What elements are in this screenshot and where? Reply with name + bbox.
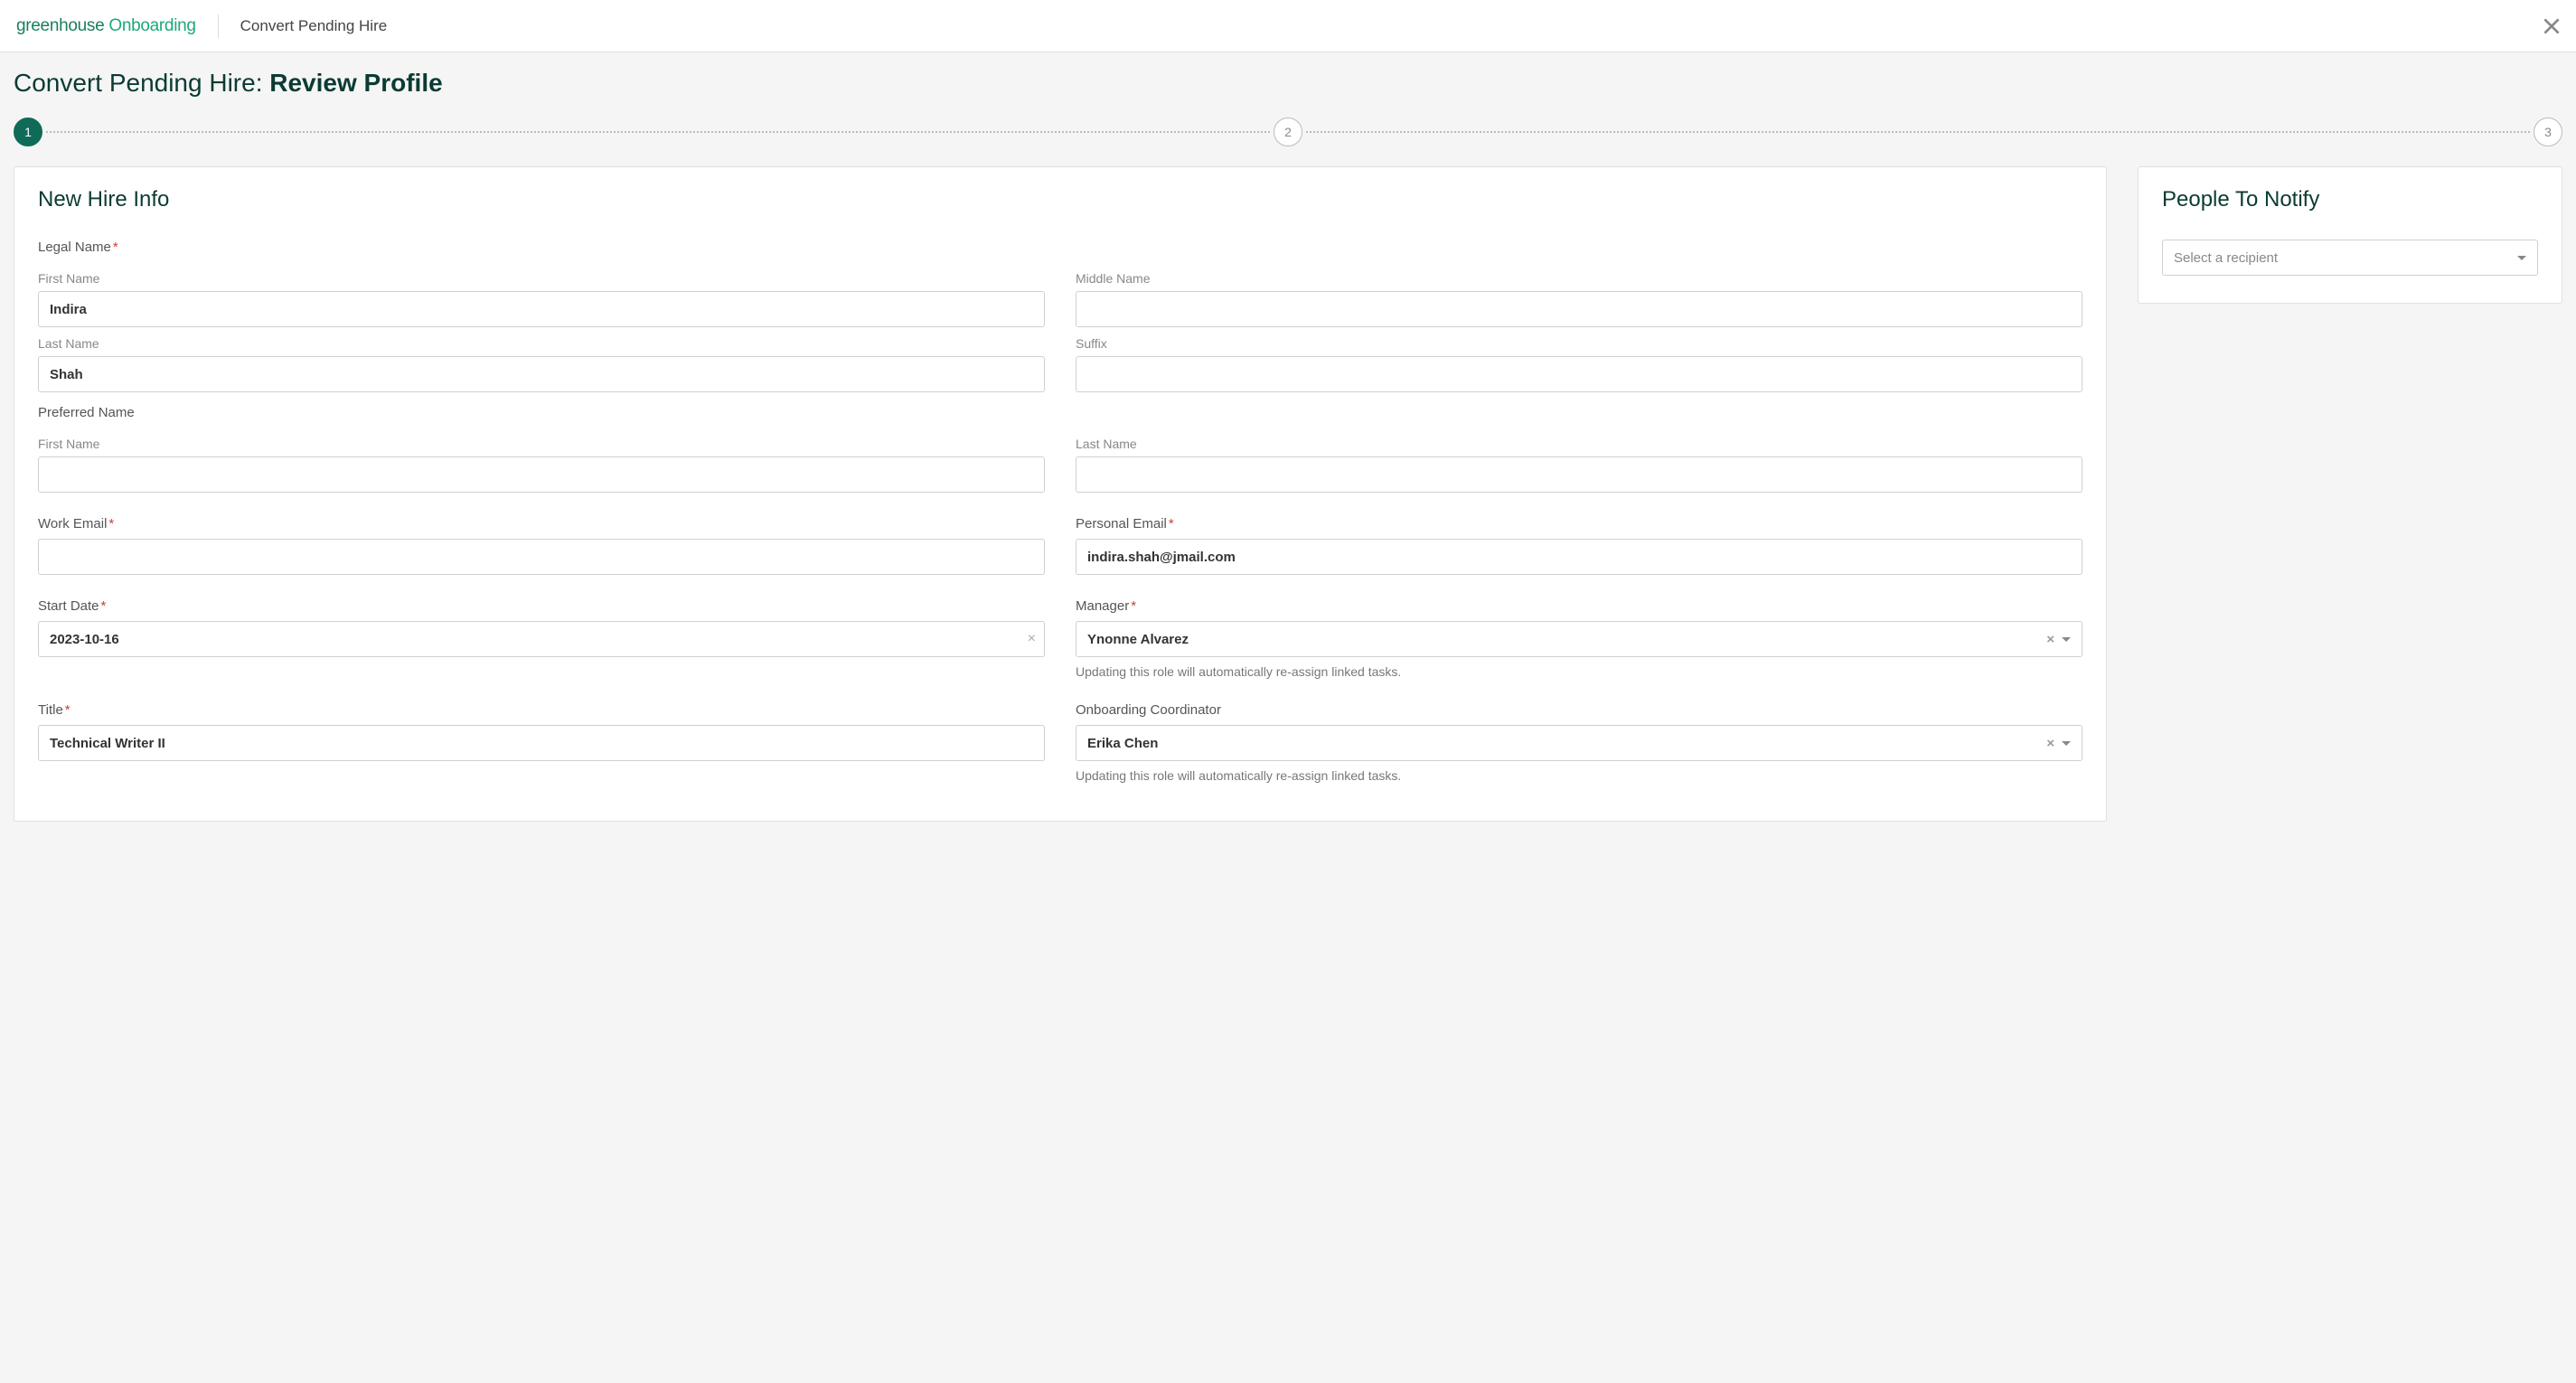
logo-text-onboarding: Onboarding (108, 16, 195, 35)
first-name-label: First Name (38, 271, 1045, 286)
step-1[interactable]: 1 (14, 118, 42, 146)
required-marker: * (108, 516, 114, 532)
coordinator-value: Erika Chen (1087, 736, 1158, 751)
chevron-down-icon (2062, 741, 2071, 746)
manager-select[interactable]: Ynonne Alvarez × (1076, 621, 2082, 657)
close-button[interactable] (2540, 14, 2563, 38)
header-bar: greenhouse Onboarding Convert Pending Hi… (0, 0, 2576, 52)
required-marker: * (1131, 598, 1136, 614)
middle-name-input[interactable] (1076, 291, 2082, 327)
page-title: Convert Pending Hire: Review Profile (14, 69, 2562, 98)
recipient-select[interactable]: Select a recipient (2162, 240, 2538, 276)
page-title-bold: Review Profile (269, 69, 442, 97)
clear-icon[interactable]: × (1028, 632, 1036, 646)
logo-text-greenhouse: greenhouse (16, 16, 104, 35)
required-marker: * (101, 598, 107, 614)
coordinator-helper-text: Updating this role will automatically re… (1076, 768, 2082, 783)
legal-name-label: Legal Name* (38, 240, 2082, 255)
header-divider (218, 14, 219, 38)
new-hire-info-heading: New Hire Info (38, 187, 2082, 212)
pref-last-name-input[interactable] (1076, 456, 2082, 493)
middle-name-label: Middle Name (1076, 271, 2082, 286)
required-marker: * (65, 702, 71, 718)
clear-icon[interactable]: × (2046, 736, 2054, 751)
step-3[interactable]: 3 (2534, 118, 2562, 146)
step-line (46, 131, 1270, 133)
manager-label: Manager* (1076, 598, 2082, 614)
work-email-label: Work Email* (38, 516, 1045, 532)
personal-email-label: Personal Email* (1076, 516, 2082, 532)
close-icon (2540, 14, 2563, 38)
last-name-input[interactable] (38, 356, 1045, 392)
people-to-notify-card: People To Notify Select a recipient (2138, 166, 2562, 304)
first-name-input[interactable] (38, 291, 1045, 327)
coordinator-select[interactable]: Erika Chen × (1076, 725, 2082, 761)
preferred-name-label: Preferred Name (38, 405, 2082, 420)
stepper: 1 2 3 (14, 118, 2562, 146)
clear-icon[interactable]: × (2046, 632, 2054, 647)
personal-email-input[interactable] (1076, 539, 2082, 575)
step-line (1306, 131, 2530, 133)
suffix-input[interactable] (1076, 356, 2082, 392)
title-label: Title* (38, 702, 1045, 718)
people-to-notify-heading: People To Notify (2162, 187, 2538, 212)
header-page-title: Convert Pending Hire (240, 17, 388, 35)
start-date-input[interactable] (38, 621, 1045, 657)
chevron-down-icon (2517, 256, 2526, 260)
chevron-down-icon (2062, 637, 2071, 642)
recipient-placeholder: Select a recipient (2174, 250, 2278, 266)
manager-value: Ynonne Alvarez (1087, 632, 1189, 647)
pref-first-name-label: First Name (38, 437, 1045, 451)
suffix-label: Suffix (1076, 336, 2082, 351)
new-hire-info-card: New Hire Info Legal Name* First Name Mid… (14, 166, 2107, 822)
logo[interactable]: greenhouse Onboarding (16, 16, 196, 36)
pref-first-name-input[interactable] (38, 456, 1045, 493)
coordinator-label: Onboarding Coordinator (1076, 702, 2082, 718)
required-marker: * (1169, 516, 1174, 532)
step-2[interactable]: 2 (1274, 118, 1302, 146)
required-marker: * (113, 240, 118, 255)
work-email-input[interactable] (38, 539, 1045, 575)
pref-last-name-label: Last Name (1076, 437, 2082, 451)
page-title-prefix: Convert Pending Hire: (14, 69, 269, 97)
last-name-label: Last Name (38, 336, 1045, 351)
manager-helper-text: Updating this role will automatically re… (1076, 664, 2082, 679)
title-input[interactable] (38, 725, 1045, 761)
start-date-label: Start Date* (38, 598, 1045, 614)
